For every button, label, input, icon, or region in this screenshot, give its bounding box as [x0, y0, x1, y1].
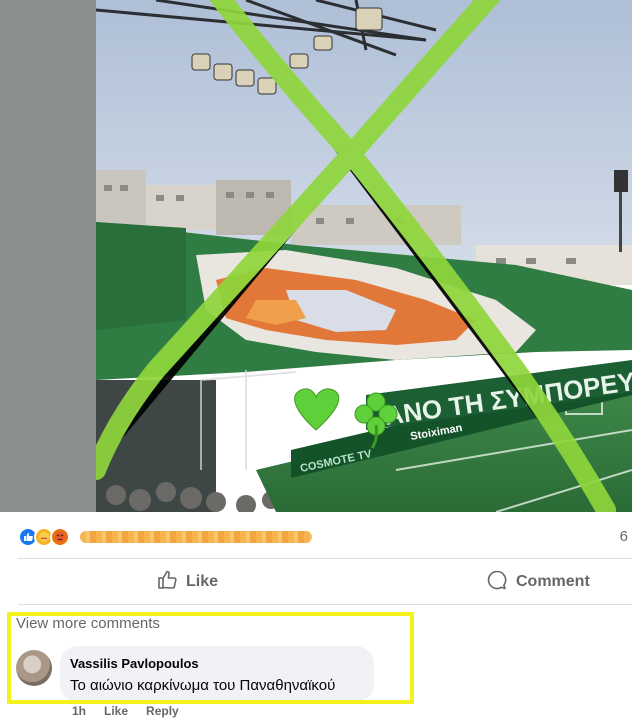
divider-top: [18, 558, 632, 559]
stadium-image: ΑΝΟ ΤΗ ΣΥΜΠΟΡΕΥΟΥΣ COSMOTE TV Stoiximan: [96, 0, 632, 512]
comment-time[interactable]: 1h: [72, 704, 86, 718]
comment-button-label: Comment: [516, 573, 590, 590]
reactions-row: 6: [0, 512, 632, 558]
comment-icon: [486, 569, 508, 596]
divider-bottom: [18, 604, 632, 605]
redacted-names-scribble: [80, 531, 312, 543]
reaction-count[interactable]: 6: [620, 528, 628, 545]
photo-left-border: [0, 0, 96, 512]
like-button[interactable]: Like: [156, 566, 218, 598]
green-heart-icon: [294, 388, 340, 431]
comment-like-link[interactable]: Like: [104, 704, 128, 718]
like-button-label: Like: [186, 573, 219, 590]
comment-reply-link[interactable]: Reply: [146, 704, 179, 718]
post-photo[interactable]: ΑΝΟ ΤΗ ΣΥΜΠΟΡΕΥΟΥΣ COSMOTE TV Stoiximan: [96, 0, 632, 512]
reaction-icons[interactable]: [18, 527, 78, 547]
angry-reaction-icon: [50, 527, 70, 547]
highlight-box: [7, 612, 414, 704]
comment-button[interactable]: Comment: [486, 566, 590, 598]
comment-meta-row: 1h Like Reply: [72, 704, 179, 718]
thumbs-up-icon: [156, 569, 178, 596]
post-photo-area: ΑΝΟ ΤΗ ΣΥΜΠΟΡΕΥΟΥΣ COSMOTE TV Stoiximan: [0, 0, 632, 512]
